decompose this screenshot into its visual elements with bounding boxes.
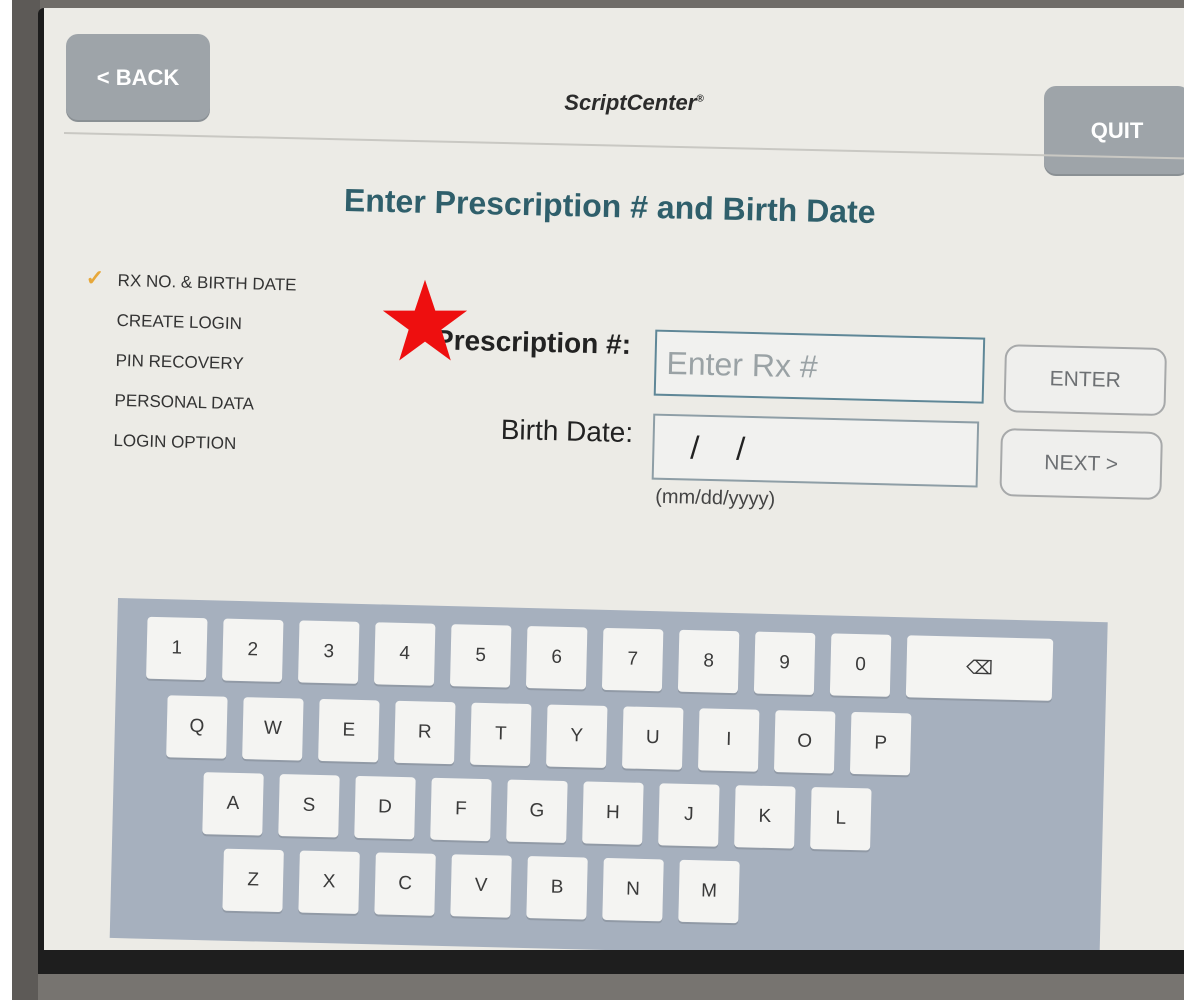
key-3[interactable]: 3 — [297, 620, 360, 684]
kiosk-bottom-frame — [38, 950, 1184, 1000]
registered-mark: ® — [696, 93, 704, 105]
key-8[interactable]: 8 — [677, 629, 740, 694]
prescription-placeholder: Enter Rx # — [666, 344, 819, 385]
app-title: ScriptCenter® — [514, 90, 754, 116]
key-g[interactable]: G — [506, 779, 568, 844]
step-label: PIN RECOVERY — [115, 350, 244, 374]
keyboard-row-middle-letters: A S D F G H J K L — [202, 772, 887, 851]
keyboard-row-top-letters: Q W E R T Y U I O P — [166, 695, 927, 776]
birth-date-input[interactable]: / / — [651, 413, 980, 488]
back-button[interactable]: < BACK — [66, 34, 210, 122]
next-button[interactable]: NEXT > — [999, 428, 1163, 501]
key-h[interactable]: H — [582, 781, 644, 845]
checkmark-icon: ✓ — [85, 265, 105, 291]
key-r[interactable]: R — [394, 700, 456, 765]
key-0[interactable]: 0 — [829, 633, 892, 697]
step-label: PERSONAL DATA — [114, 390, 255, 414]
step-label: CREATE LOGIN — [116, 310, 243, 334]
key-x[interactable]: X — [298, 850, 360, 914]
key-s[interactable]: S — [278, 774, 340, 838]
key-n[interactable]: N — [602, 857, 664, 922]
key-v[interactable]: V — [450, 854, 512, 918]
key-b[interactable]: B — [526, 856, 588, 920]
birth-date-label: Birth Date: — [500, 413, 634, 449]
star-icon — [382, 279, 468, 361]
key-w[interactable]: W — [242, 697, 304, 761]
page-title: Enter Prescription # and Birth Date — [343, 182, 876, 231]
step-item: PIN RECOVERY — [81, 348, 295, 394]
key-i[interactable]: I — [697, 708, 760, 772]
key-6[interactable]: 6 — [525, 626, 588, 690]
birth-date-format-hint: (mm/dd/yyyy) — [654, 485, 776, 511]
kiosk-bezel — [0, 0, 40, 1000]
key-e[interactable]: E — [318, 698, 380, 763]
key-q[interactable]: Q — [166, 695, 228, 759]
key-o[interactable]: O — [773, 710, 836, 774]
key-d[interactable]: D — [354, 775, 416, 840]
kiosk-screen: < BACK ScriptCenter® QUIT Enter Prescrip… — [38, 8, 1184, 1000]
key-l[interactable]: L — [810, 787, 872, 851]
header-divider — [63, 132, 1184, 160]
app-title-text: ScriptCenter — [564, 90, 697, 115]
step-label: RX NO. & BIRTH DATE — [117, 270, 297, 295]
key-z[interactable]: Z — [222, 848, 284, 913]
key-p[interactable]: P — [849, 711, 912, 776]
step-label: LOGIN OPTION — [113, 430, 237, 454]
key-k[interactable]: K — [734, 785, 796, 849]
step-item: ✓ RX NO. & BIRTH DATE — [83, 265, 297, 314]
key-7[interactable]: 7 — [601, 627, 664, 692]
key-f[interactable]: F — [430, 777, 492, 842]
keyboard-row-bottom-letters: Z X C V B N M — [222, 848, 755, 924]
quit-button[interactable]: QUIT — [1044, 86, 1184, 176]
key-j[interactable]: J — [658, 783, 720, 847]
keyboard-row-numbers: 1 2 3 4 5 6 7 8 9 0 ⌫ — [146, 616, 1054, 701]
on-screen-keyboard: 1 2 3 4 5 6 7 8 9 0 ⌫ Q W E R T Y U I O … — [109, 598, 1108, 963]
progress-steps: ✓ RX NO. & BIRTH DATE CREATE LOGIN PIN RE… — [79, 265, 297, 474]
step-item: PERSONAL DATA — [80, 388, 294, 434]
key-2[interactable]: 2 — [222, 618, 284, 683]
key-u[interactable]: U — [621, 706, 684, 770]
backspace-icon: ⌫ — [965, 657, 994, 679]
step-item: CREATE LOGIN — [82, 308, 296, 354]
key-y[interactable]: Y — [546, 704, 608, 768]
key-1[interactable]: 1 — [146, 616, 208, 681]
prescription-input[interactable]: Enter Rx # — [653, 329, 986, 404]
key-a[interactable]: A — [202, 772, 264, 836]
key-m[interactable]: M — [678, 859, 740, 924]
enter-button[interactable]: ENTER — [1003, 344, 1168, 417]
step-item: LOGIN OPTION — [79, 428, 293, 474]
key-t[interactable]: T — [470, 702, 532, 767]
key-c[interactable]: C — [374, 852, 436, 916]
birth-date-value: / / — [690, 429, 760, 467]
key-4[interactable]: 4 — [373, 622, 436, 686]
backspace-key[interactable]: ⌫ — [905, 635, 1054, 701]
key-5[interactable]: 5 — [449, 624, 512, 688]
key-9[interactable]: 9 — [753, 631, 816, 696]
